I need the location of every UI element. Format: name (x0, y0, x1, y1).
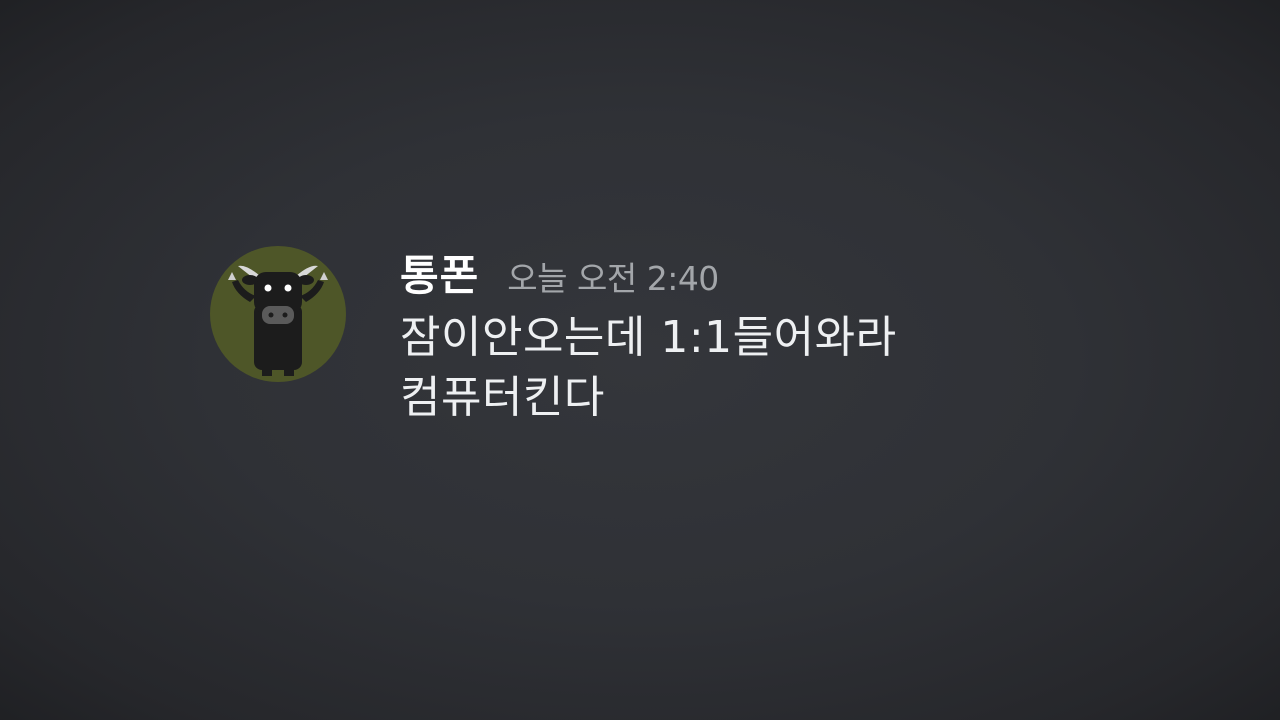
message-text-line: 잠이안오는데 1:1들어와라 (400, 312, 897, 363)
message-text-line: 컴퓨터킨다 (400, 372, 605, 423)
user-avatar[interactable] (210, 246, 346, 382)
message-content: 통폰 오늘 오전 2:40 잠이안오는데 1:1들어와라 컴퓨터킨다 (400, 246, 897, 427)
chat-canvas: 통폰 오늘 오전 2:40 잠이안오는데 1:1들어와라 컴퓨터킨다 (0, 0, 1280, 720)
author-name[interactable]: 통폰 (400, 250, 479, 302)
chat-message: 통폰 오늘 오전 2:40 잠이안오는데 1:1들어와라 컴퓨터킨다 (210, 246, 897, 427)
cow-avatar-icon (228, 265, 328, 376)
message-timestamp: 오늘 오전 2:40 (507, 259, 719, 298)
message-header: 통폰 오늘 오전 2:40 (400, 250, 897, 305)
